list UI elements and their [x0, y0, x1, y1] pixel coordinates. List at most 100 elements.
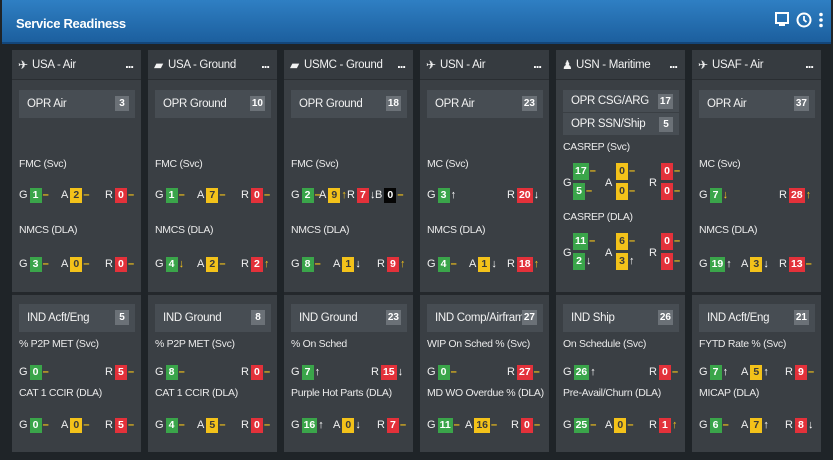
column-menu-button[interactable]: ... — [805, 56, 814, 71]
green-count[interactable]: 0 — [29, 364, 42, 380]
red-count[interactable]: 0 — [114, 256, 127, 272]
red-count[interactable]: 0 — [250, 187, 263, 203]
amber-count[interactable]: 5 — [750, 364, 763, 380]
amber-count-bottom[interactable]: 3 — [616, 253, 628, 270]
trend-flat-icon: – — [586, 185, 593, 197]
red-count[interactable]: 7 — [356, 187, 369, 203]
green-count-top[interactable]: 17 — [573, 163, 589, 180]
red-count[interactable]: 0 — [114, 187, 127, 203]
red-count[interactable]: 2 — [250, 256, 263, 272]
opr-header-secondary[interactable]: OPR SSN/Ship 5 — [563, 113, 679, 135]
amber-count[interactable]: 0 — [70, 417, 83, 433]
green-count[interactable]: 4 — [165, 417, 178, 433]
amber-count[interactable]: 7 — [206, 187, 219, 203]
green-count[interactable]: 25 — [573, 417, 590, 433]
green-count-bottom[interactable]: 5 — [573, 183, 585, 200]
opr-header[interactable]: OPR Ground 18 — [291, 90, 407, 118]
trend-flat-icon: – — [83, 257, 90, 270]
red-count[interactable]: 7 — [386, 417, 399, 433]
amber-count[interactable]: 0 — [614, 417, 627, 433]
amber-count[interactable]: 1 — [478, 256, 491, 272]
column-menu-button[interactable]: ... — [533, 56, 542, 71]
amber-count-top[interactable]: 6 — [616, 233, 628, 250]
red-count[interactable]: 28 — [788, 187, 805, 203]
red-count[interactable]: 18 — [516, 256, 533, 272]
amber-count[interactable]: 2 — [70, 187, 83, 203]
red-count[interactable]: 8 — [794, 417, 807, 433]
trend-up-icon: ↑ — [763, 365, 769, 378]
red-count[interactable]: 1 — [658, 417, 671, 433]
green-count[interactable]: 7 — [709, 187, 722, 203]
red-count[interactable]: 9 — [386, 256, 399, 272]
opr-header[interactable]: OPR Air 37 — [699, 90, 815, 118]
ind-header[interactable]: IND Ground 8 — [155, 304, 271, 332]
green-count[interactable]: 19 — [709, 256, 726, 272]
opr-header[interactable]: OPR Air 3 — [19, 90, 135, 118]
black-count[interactable]: 0 — [384, 187, 397, 203]
red-count-bottom[interactable]: 0 — [661, 253, 673, 270]
green-count[interactable]: 3 — [29, 256, 42, 272]
red-count[interactable]: 20 — [516, 187, 533, 203]
green-letter: G — [427, 419, 436, 431]
metric-row: G 1– A 7– R 0– — [155, 187, 273, 203]
red-count-bottom[interactable]: 0 — [661, 183, 673, 200]
amber-count[interactable]: 2 — [206, 256, 219, 272]
green-count[interactable]: 3 — [437, 187, 450, 203]
green-count[interactable]: 0 — [437, 364, 450, 380]
green-count[interactable]: 8 — [165, 364, 178, 380]
column-menu-button[interactable]: ... — [125, 56, 134, 71]
green-count[interactable]: 8 — [301, 256, 314, 272]
ind-header[interactable]: IND Acft/Eng 21 — [699, 304, 815, 332]
amber-count[interactable]: 9 — [328, 187, 341, 203]
red-count[interactable]: 0 — [250, 364, 263, 380]
red-count[interactable]: 9 — [794, 364, 807, 380]
red-count[interactable]: 0 — [520, 417, 533, 433]
green-count[interactable]: 2 — [301, 187, 314, 203]
amber-count[interactable]: 1 — [342, 256, 355, 272]
red-count[interactable]: 27 — [516, 364, 533, 380]
amber-count-top[interactable]: 0 — [616, 163, 628, 180]
column-menu-button[interactable]: ... — [261, 56, 270, 71]
ind-header[interactable]: IND Ship 26 — [563, 304, 679, 332]
column-menu-button[interactable]: ... — [397, 56, 406, 71]
green-count-top[interactable]: 11 — [573, 233, 589, 250]
green-count[interactable]: 4 — [165, 256, 178, 272]
red-count[interactable]: 13 — [788, 256, 805, 272]
green-count[interactable]: 7 — [709, 364, 722, 380]
trend-flat-icon: – — [397, 188, 404, 201]
green-count[interactable]: 16 — [301, 417, 318, 433]
green-count-bottom[interactable]: 2 — [573, 253, 585, 270]
green-count[interactable]: 26 — [573, 364, 590, 380]
amber-count[interactable]: 7 — [750, 417, 763, 433]
red-count[interactable]: 5 — [114, 417, 127, 433]
green-count[interactable]: 4 — [437, 256, 450, 272]
ind-header[interactable]: IND Acft/Eng 5 — [19, 304, 135, 332]
red-count[interactable]: 15 — [380, 364, 397, 380]
ind-header[interactable]: IND Ground 23 — [291, 304, 407, 332]
amber-count[interactable]: 0 — [70, 256, 83, 272]
opr-header[interactable]: OPR CSG/ARG 17 — [563, 90, 679, 112]
monitor-icon[interactable] — [775, 12, 789, 33]
green-count[interactable]: 6 — [709, 417, 722, 433]
amber-count[interactable]: 3 — [750, 256, 763, 272]
green-count[interactable]: 11 — [437, 417, 453, 433]
red-count-top[interactable]: 0 — [661, 163, 673, 180]
kebab-menu-icon[interactable] — [819, 12, 823, 33]
clock-icon[interactable] — [796, 12, 812, 33]
amber-count[interactable]: 5 — [206, 417, 219, 433]
green-count[interactable]: 7 — [301, 364, 314, 380]
amber-count[interactable]: 0 — [342, 417, 355, 433]
green-count[interactable]: 0 — [29, 417, 42, 433]
amber-count-bottom[interactable]: 0 — [616, 183, 628, 200]
ind-header[interactable]: IND Comp/Airframes 27 — [427, 304, 543, 332]
green-count[interactable]: 1 — [29, 187, 42, 203]
opr-header[interactable]: OPR Air 23 — [427, 90, 543, 118]
red-count-top[interactable]: 0 — [661, 233, 673, 250]
opr-header[interactable]: OPR Ground 10 — [155, 90, 271, 118]
red-count[interactable]: 0 — [250, 417, 263, 433]
red-count[interactable]: 5 — [114, 364, 127, 380]
amber-count[interactable]: 16 — [474, 417, 491, 433]
column-menu-button[interactable]: ... — [669, 56, 678, 71]
green-count[interactable]: 1 — [165, 187, 178, 203]
red-count[interactable]: 0 — [658, 364, 671, 380]
